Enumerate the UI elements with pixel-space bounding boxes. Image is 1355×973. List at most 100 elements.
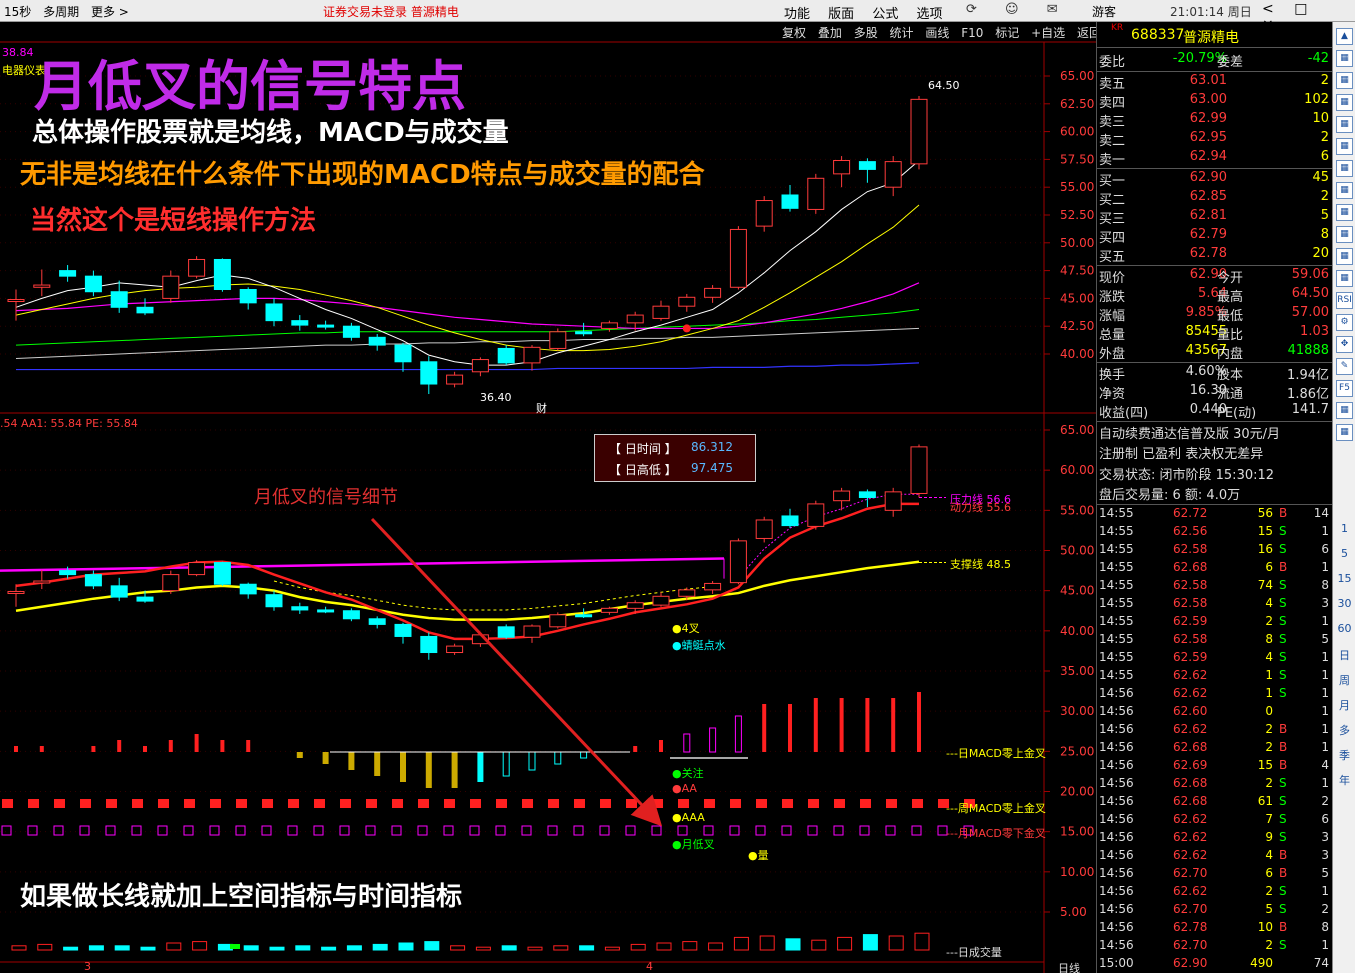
period-9[interactable]: 季 bbox=[1333, 747, 1355, 763]
mark-button[interactable]: 标记 bbox=[995, 26, 1019, 40]
multi-stock-button[interactable]: 多股 bbox=[854, 26, 878, 40]
axis-label: 62.50 bbox=[1060, 97, 1094, 111]
grid-icon-2[interactable]: ▦ bbox=[1336, 248, 1353, 265]
month-macd-square bbox=[287, 825, 298, 836]
multi-period-button[interactable]: 多周期 bbox=[43, 5, 79, 19]
tick-volume: 10 bbox=[1257, 920, 1273, 934]
month-macd-square bbox=[781, 825, 792, 836]
swap-icon[interactable]: ▦ bbox=[1336, 402, 1353, 419]
dragonfly-signal: ●蜻蜓点水 bbox=[672, 639, 726, 652]
tick-side: S bbox=[1279, 830, 1287, 844]
draw-line-button[interactable]: 画线 bbox=[925, 26, 949, 40]
period-0[interactable]: 1 bbox=[1333, 522, 1355, 535]
period-1[interactable]: 5 bbox=[1333, 547, 1355, 560]
sell-volume: 6 bbox=[1320, 149, 1329, 164]
tick-time: 14:56 bbox=[1099, 848, 1134, 862]
gear-icon[interactable]: ⚙ bbox=[1336, 314, 1353, 331]
day-line-tab[interactable]: 日线 bbox=[1058, 960, 1080, 973]
volume-bar bbox=[733, 936, 749, 951]
restore-window-button[interactable]: □ bbox=[1294, 1, 1307, 17]
stock-name[interactable]: 普源精电 bbox=[1183, 27, 1239, 47]
tick-row: 14:56 62.62 4 B 3 bbox=[1097, 848, 1333, 866]
period-3[interactable]: 30 bbox=[1333, 597, 1355, 610]
week-macd-square bbox=[886, 799, 897, 808]
macd-bar bbox=[14, 746, 18, 752]
mail-icon[interactable]: ✉ bbox=[1047, 2, 1058, 17]
list-icon[interactable]: ▦ bbox=[1336, 72, 1353, 89]
arrow-up-icon[interactable]: ▲ bbox=[1336, 28, 1353, 45]
macd-bar bbox=[374, 752, 381, 776]
period-4[interactable]: 60 bbox=[1333, 622, 1355, 635]
f5-icon[interactable]: F5 bbox=[1336, 380, 1353, 397]
tick-row: 14:56 62.62 1 S 1 bbox=[1097, 686, 1333, 704]
more-button[interactable]: 更多 > bbox=[91, 5, 129, 19]
macd-bar bbox=[477, 752, 484, 782]
period-5[interactable]: 日 bbox=[1333, 647, 1355, 663]
candle-body bbox=[497, 347, 515, 364]
axis-label: 65.00 bbox=[1060, 69, 1094, 83]
support-line-label: 支撑线 48.5 bbox=[950, 558, 1011, 571]
period-7[interactable]: 月 bbox=[1333, 697, 1355, 713]
tick-volume: 16 bbox=[1257, 542, 1273, 556]
box-icon-3[interactable]: ▦ bbox=[1336, 226, 1353, 243]
statistics-button[interactable]: 统计 bbox=[890, 26, 914, 40]
period-10[interactable]: 年 bbox=[1333, 772, 1355, 788]
pencil-icon[interactable]: ✎ bbox=[1336, 358, 1353, 375]
period-6[interactable]: 周 bbox=[1333, 672, 1355, 688]
rsi-icon[interactable]: RSI bbox=[1336, 292, 1353, 309]
menu-options[interactable]: 选项 bbox=[916, 7, 942, 22]
sell-volume: 2 bbox=[1320, 130, 1329, 145]
bar-icon[interactable]: ▦ bbox=[1336, 138, 1353, 155]
tick-time: 14:55 bbox=[1099, 596, 1134, 610]
menu-formula[interactable]: 公式 bbox=[872, 7, 898, 22]
tick-count: 1 bbox=[1321, 776, 1329, 790]
axis-label: 55.00 bbox=[1060, 503, 1094, 517]
flag-icon[interactable]: ▦ bbox=[1336, 204, 1353, 221]
wave-icon[interactable]: ▦ bbox=[1336, 270, 1353, 287]
f10-button[interactable]: F10 bbox=[961, 26, 983, 40]
stock-code[interactable]: 688337 bbox=[1131, 27, 1184, 43]
tick-time: 14:56 bbox=[1099, 758, 1134, 772]
candle-body bbox=[781, 515, 799, 527]
user-icon[interactable]: ☺ bbox=[1005, 2, 1019, 17]
candle-body bbox=[446, 374, 464, 385]
week-macd-square bbox=[262, 799, 273, 808]
box-icon-2[interactable]: ▦ bbox=[1336, 182, 1353, 199]
back-window-button[interactable]: < bbox=[1262, 1, 1274, 17]
chart-icon-2[interactable]: ▦ bbox=[1336, 116, 1353, 133]
high-price-label: 64.50 bbox=[928, 79, 960, 92]
tick-price: 62.70 bbox=[1173, 902, 1208, 916]
chart-icon[interactable]: ▦ bbox=[1336, 94, 1353, 111]
candle-body bbox=[84, 574, 102, 587]
tick-price: 62.68 bbox=[1173, 560, 1208, 574]
period-8[interactable]: 多 bbox=[1333, 722, 1355, 738]
add-watchlist-button[interactable]: +自选 bbox=[1031, 26, 1065, 40]
axis-label: 30.00 bbox=[1060, 704, 1094, 718]
candle-body bbox=[729, 540, 747, 584]
axis-label: 65.00 bbox=[1060, 423, 1094, 437]
volume-bar bbox=[88, 945, 104, 951]
box-icon[interactable]: ▦ bbox=[1336, 160, 1353, 177]
menu-function[interactable]: 功能 bbox=[784, 7, 810, 22]
tick-count: 1 bbox=[1321, 686, 1329, 700]
grid-icon[interactable]: ▦ bbox=[1336, 50, 1353, 67]
refresh-icon[interactable]: ⟳ bbox=[966, 2, 977, 17]
notice-subscription[interactable]: 自动续费通达信普及版 30元/月 bbox=[1099, 423, 1280, 442]
restore-rights-button[interactable]: 复权 bbox=[782, 26, 806, 40]
period-2[interactable]: 15 bbox=[1333, 572, 1355, 585]
macd-bar bbox=[425, 752, 432, 788]
overlay-button[interactable]: 叠加 bbox=[818, 26, 842, 40]
guest-user[interactable]: 游客 bbox=[1092, 3, 1116, 20]
macd-bar bbox=[322, 752, 329, 764]
tick-side: S bbox=[1279, 614, 1287, 628]
tick-row: 14:55 62.68 6 B 1 bbox=[1097, 560, 1333, 578]
menu-layout[interactable]: 版面 bbox=[828, 7, 854, 22]
macd-bar bbox=[813, 698, 818, 752]
month-macd-square bbox=[651, 825, 662, 836]
volume-bar bbox=[527, 946, 543, 951]
tick-time: 14:55 bbox=[1099, 560, 1134, 574]
move-icon[interactable]: ✥ bbox=[1336, 336, 1353, 353]
sell-volume: 10 bbox=[1312, 111, 1329, 126]
period-15s[interactable]: 15秒 bbox=[4, 5, 31, 19]
info-icon[interactable]: ▦ bbox=[1336, 424, 1353, 441]
